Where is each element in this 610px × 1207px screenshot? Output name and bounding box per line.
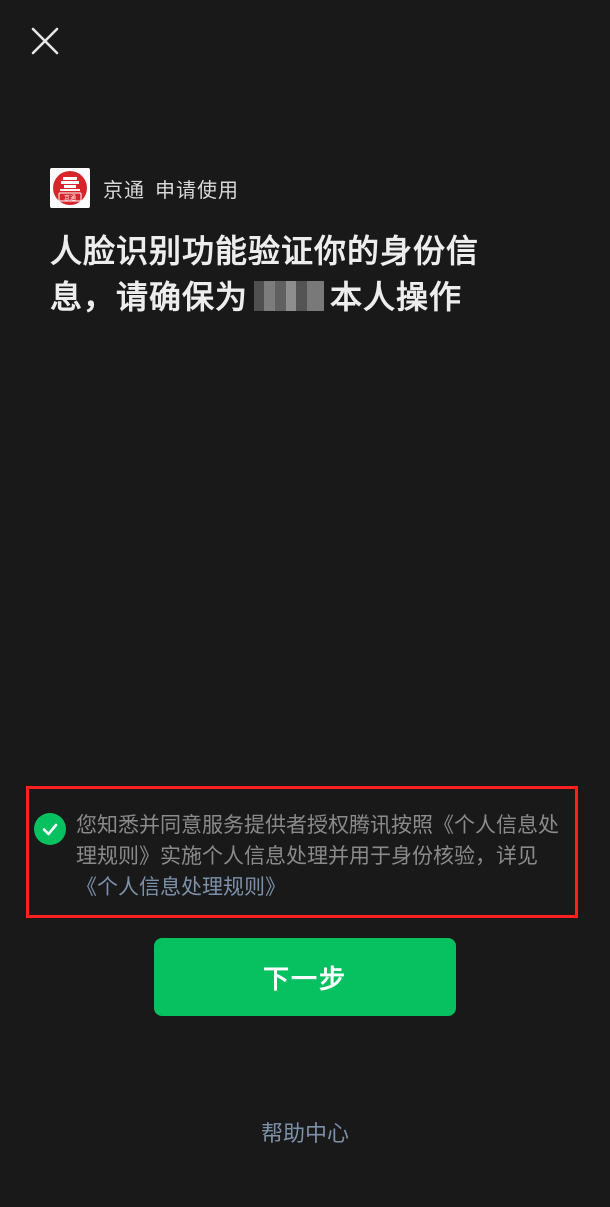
close-icon (31, 27, 59, 55)
close-button[interactable] (30, 26, 60, 56)
title-line-2-suffix: 本人操作 (330, 278, 463, 316)
app-request-label: 申请使用 (155, 177, 239, 202)
privacy-rules-link[interactable]: 《个人信息处理规则》 (76, 875, 286, 899)
consent-statement: 您知悉并同意服务提供者授权腾讯按照《个人信息处理规则》实施个人信息处理并用于身份… (76, 813, 559, 868)
redacted-name-mosaic (254, 281, 325, 311)
consent-text: 您知悉并同意服务提供者授权腾讯按照《个人信息处理规则》实施个人信息处理并用于身份… (76, 810, 574, 903)
help-center-link[interactable]: 帮助中心 (0, 1116, 610, 1148)
check-icon (42, 823, 58, 836)
page-title: 人脸识别功能验证你的身份信 息，请确保为 本人操作 (50, 228, 570, 320)
title-line-2-prefix: 息，请确保为 (50, 278, 249, 316)
svg-text:京通: 京通 (64, 194, 76, 202)
next-step-button[interactable]: 下一步 (154, 938, 456, 1016)
app-name: 京通 (103, 177, 145, 202)
consent-checkbox[interactable] (34, 813, 66, 845)
title-line-1: 人脸识别功能验证你的身份信 (50, 232, 480, 270)
app-header: 京通 京通 申请使用 (50, 167, 239, 209)
consent-row: 您知悉并同意服务提供者授权腾讯按照《个人信息处理规则》实施个人信息处理并用于身份… (34, 810, 574, 903)
jingtong-logo-icon: 京通 (53, 171, 87, 205)
app-logo: 京通 (50, 168, 90, 208)
